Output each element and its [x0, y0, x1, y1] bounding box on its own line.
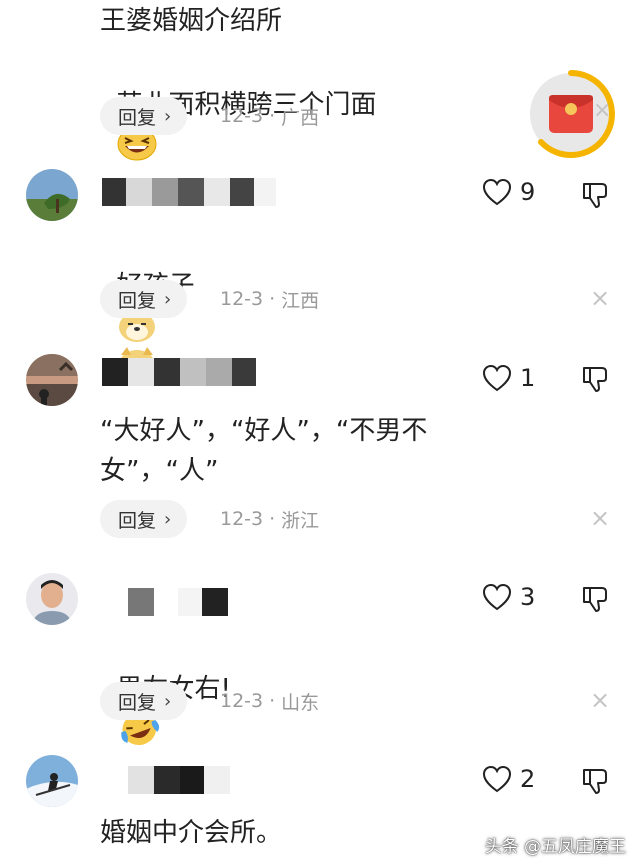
dislike-button[interactable] — [580, 584, 610, 618]
reply-label: 回复 — [118, 106, 157, 129]
reply-label: 回复 — [118, 509, 157, 532]
comment-3-text-line-1: “大好人”，“好人”，“不男不 — [100, 416, 428, 446]
chevron-right-icon: › — [164, 690, 172, 712]
comment-date: 12-3 — [220, 508, 264, 530]
comment-meta: 12-3 · 浙江 — [220, 500, 319, 538]
heart-icon — [482, 583, 512, 611]
chevron-right-icon: › — [164, 105, 172, 127]
comment-location: 浙江 — [281, 509, 320, 532]
meta-separator: · — [269, 105, 276, 127]
meta-separator: · — [269, 690, 276, 712]
dislike-button[interactable] — [580, 364, 610, 398]
reply-label: 回复 — [118, 691, 157, 714]
comment-location: 山东 — [281, 691, 320, 714]
avatar-person-image — [26, 573, 78, 625]
chevron-right-icon: › — [164, 508, 172, 530]
close-icon[interactable]: × — [590, 284, 610, 312]
comment-date: 12-3 — [220, 288, 264, 310]
comment-1-text-line-1: 王婆婚姻介绍所 — [100, 6, 283, 36]
dislike-button[interactable] — [580, 766, 610, 800]
heart-icon — [482, 178, 512, 206]
reply-button[interactable]: 回复 › — [100, 97, 188, 135]
like-count: 1 — [520, 364, 536, 392]
avatar-skier-image — [26, 755, 78, 807]
like-button[interactable]: 3 — [482, 583, 535, 611]
comment-meta: 12-3 · 山东 — [220, 682, 319, 720]
comment-date: 12-3 — [220, 105, 264, 127]
comment-5-text: 婚姻中介会所。 — [100, 818, 283, 848]
thumbs-down-icon — [583, 769, 607, 794]
avatar[interactable] — [26, 573, 78, 625]
like-button[interactable]: 9 — [482, 178, 535, 206]
like-count: 9 — [520, 178, 536, 206]
comment-date: 12-3 — [220, 690, 264, 712]
thumbs-down-icon — [583, 367, 607, 392]
close-icon[interactable]: × — [590, 686, 610, 714]
like-count: 2 — [520, 765, 536, 793]
close-icon[interactable]: × — [593, 98, 611, 123]
dislike-button[interactable] — [580, 180, 610, 214]
thumbs-down-icon — [583, 587, 607, 612]
heart-icon — [482, 364, 512, 392]
reply-label: 回复 — [118, 289, 157, 312]
comment-3-text-line-2: 女”，“人” — [100, 456, 219, 486]
username-redacted[interactable] — [128, 588, 228, 616]
close-icon[interactable]: × — [590, 504, 610, 532]
username-redacted[interactable] — [102, 178, 276, 206]
avatar-landscape-image — [26, 169, 78, 221]
watermark: 头条 @五凤庄魔王 — [484, 837, 626, 857]
comment-location: 江西 — [281, 289, 320, 312]
like-button[interactable]: 2 — [482, 765, 535, 793]
red-packet-widget[interactable]: × — [527, 70, 615, 158]
username-redacted[interactable] — [102, 358, 256, 386]
heart-icon — [482, 765, 512, 793]
username-redacted[interactable] — [102, 766, 230, 794]
like-count: 3 — [520, 583, 536, 611]
avatar[interactable] — [26, 169, 78, 221]
reply-button[interactable]: 回复 › — [100, 280, 188, 318]
comment-location: 广西 — [281, 106, 320, 129]
avatar[interactable] — [26, 354, 78, 406]
reply-button[interactable]: 回复 › — [100, 500, 188, 538]
meta-separator: · — [269, 288, 276, 310]
comment-meta: 12-3 · 江西 — [220, 280, 319, 318]
comment-meta: 12-3 · 广西 — [220, 97, 319, 135]
like-button[interactable]: 1 — [482, 364, 535, 392]
meta-separator: · — [269, 508, 276, 530]
avatar-sunset-image — [26, 354, 78, 406]
reply-button[interactable]: 回复 › — [100, 682, 188, 720]
chevron-right-icon: › — [164, 288, 172, 310]
thumbs-down-icon — [583, 183, 607, 208]
avatar[interactable] — [26, 755, 78, 807]
